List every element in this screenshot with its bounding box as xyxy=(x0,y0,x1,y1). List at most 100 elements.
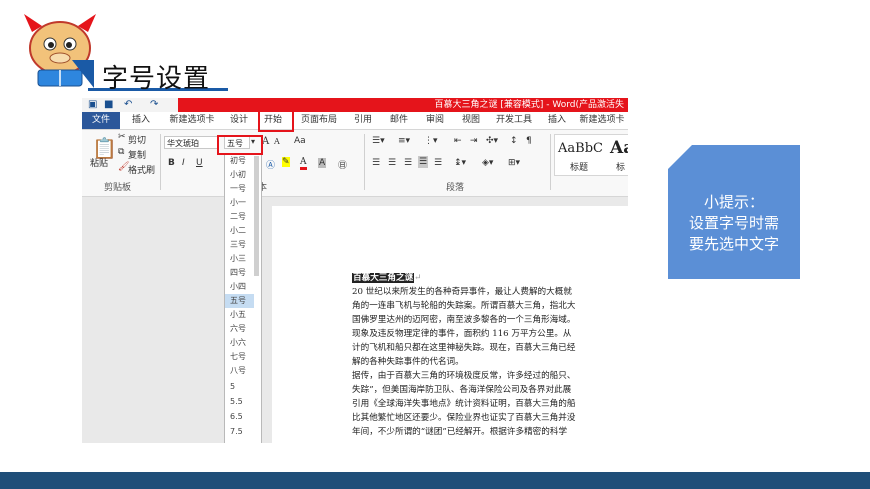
font-size-option[interactable]: 二号 xyxy=(225,210,254,224)
multilevel-list-icon[interactable]: ⋮▾ xyxy=(424,136,438,146)
document-line: 角的一连串飞机与轮船的失踪案。所谓百慕大三角，指北大 xyxy=(352,301,576,311)
sort-icon[interactable]: ↕ xyxy=(510,136,518,146)
font-size-option[interactable]: 一号 xyxy=(225,182,254,196)
tab-design[interactable]: 设计 xyxy=(222,112,256,129)
copy-button[interactable]: 复制 xyxy=(128,148,146,161)
font-size-dropdown[interactable]: 初号 小初 一号 小一 二号 小二 三号 小三 四号 小四 五号 小五 六号 小… xyxy=(224,153,262,443)
document-line: 解的各种失踪事件的代名词。 xyxy=(352,357,464,367)
document-heading-text: 百慕大三角之谜 xyxy=(352,273,415,283)
justify-icon[interactable]: ☰ xyxy=(418,156,429,168)
font-size-option[interactable]: 七号 xyxy=(225,350,254,364)
font-size-option-selected[interactable]: 五号 xyxy=(225,294,254,308)
tab-view[interactable]: 视图 xyxy=(456,112,486,129)
distributed-icon[interactable]: ☰ xyxy=(434,158,442,168)
cut-button[interactable]: 剪切 xyxy=(128,133,146,146)
style-preview-heading[interactable]: Aa xyxy=(610,138,628,158)
align-right-icon[interactable]: ☰ xyxy=(404,158,412,168)
font-size-option[interactable]: 小六 xyxy=(225,336,254,350)
document-line: 比其他繁忙地区还要少。保险业界也证实了百慕大三角并没 xyxy=(352,413,576,423)
text-effects-icon[interactable]: Ⓐ xyxy=(266,158,275,171)
shrink-font-button[interactable]: A xyxy=(274,137,280,146)
home-tab-highlight xyxy=(258,110,294,132)
document-line: 计的飞机和船只都在这里神秘失踪。现在，百慕大三角已经 xyxy=(352,343,576,353)
shading-icon[interactable]: ◈▾ xyxy=(482,158,493,168)
tip-line: 小提示： xyxy=(703,193,764,211)
tab-review[interactable]: 审阅 xyxy=(420,112,450,129)
tab-layout[interactable]: 页面布局 xyxy=(296,112,342,129)
copy-icon[interactable]: ⧉ xyxy=(118,147,124,157)
show-marks-icon[interactable]: ¶ xyxy=(526,136,532,146)
underline-button[interactable]: U xyxy=(196,158,203,168)
font-size-option[interactable]: 六号 xyxy=(225,322,254,336)
style-name-heading: 标 xyxy=(616,163,626,173)
group-divider xyxy=(550,134,551,190)
ribbon-home: 📋 粘贴 ✂ 剪切 ⧉ 复制 🖌 格式刷 剪贴板 华文琥珀 五号 ▾ A A A… xyxy=(82,130,628,197)
tab-insert[interactable]: 插入 xyxy=(126,112,156,129)
font-name-combo[interactable]: 华文琥珀 xyxy=(164,136,218,149)
font-size-option[interactable]: 小初 xyxy=(225,168,254,182)
highlight-icon[interactable]: ✎ xyxy=(282,157,290,167)
decrease-indent-icon[interactable]: ⇤ xyxy=(454,136,462,146)
document-heading[interactable]: 百慕大三角之谜↵ xyxy=(352,271,421,283)
font-size-option[interactable]: 四号 xyxy=(225,266,254,280)
style-name-title: 标题 xyxy=(570,163,589,173)
numbering-icon[interactable]: ≡▾ xyxy=(398,136,410,146)
align-left-icon[interactable]: ☰ xyxy=(372,158,380,168)
font-size-option[interactable]: 7.5 xyxy=(225,425,254,439)
word-window: ▣ ■ ↶ ↷ 百慕大三角之谜 [兼容模式] - Word(产品激活失 文件 插… xyxy=(82,98,628,443)
save-icon[interactable]: ▣ xyxy=(88,99,97,110)
font-size-option[interactable]: 6.5 xyxy=(225,410,254,424)
tip-line: 要先选中文字 xyxy=(688,235,779,253)
char-shading-icon[interactable]: A xyxy=(318,158,327,168)
font-size-option[interactable]: 八号 xyxy=(225,364,254,378)
grow-font-button[interactable]: A xyxy=(262,136,269,147)
font-size-option[interactable]: 三号 xyxy=(225,238,254,252)
format-painter-button[interactable]: 格式刷 xyxy=(128,163,155,176)
font-size-option[interactable]: 初号 xyxy=(225,154,254,168)
redo-icon[interactable]: ↷ xyxy=(150,99,158,110)
font-size-option[interactable]: 小四 xyxy=(225,280,254,294)
tab-insert-2[interactable]: 插入 xyxy=(542,112,572,129)
clipboard-group-label: 剪贴板 xyxy=(104,183,132,193)
chinese-layout-icon[interactable]: ✣▾ xyxy=(486,136,498,146)
font-size-option[interactable]: 小三 xyxy=(225,252,254,266)
slide-title: 字号设置 xyxy=(102,64,211,94)
tab-mailings[interactable]: 邮件 xyxy=(384,112,414,129)
document-line: 国佛罗里达州的迈阿密，南至波多黎各的一个三角形海域。 xyxy=(352,315,576,325)
font-color-button[interactable]: A xyxy=(300,157,307,170)
footer-bar xyxy=(0,472,870,489)
tab-references[interactable]: 引用 xyxy=(348,112,378,129)
font-size-option[interactable]: 小二 xyxy=(225,224,254,238)
paste-button[interactable]: 粘贴 xyxy=(90,156,108,169)
tab-developer[interactable]: 开发工具 xyxy=(492,112,536,129)
tab-new-tab[interactable]: 新建选项卡 xyxy=(162,112,222,129)
style-preview-title[interactable]: AaBbC xyxy=(558,141,603,156)
change-case-button[interactable]: Aa xyxy=(294,136,306,146)
align-center-icon[interactable]: ☰ xyxy=(388,158,396,168)
font-size-option[interactable]: 小一 xyxy=(225,196,254,210)
tip-line: 设置字号时需 xyxy=(688,214,779,232)
font-size-option[interactable]: 5.5 xyxy=(225,395,254,409)
tab-file[interactable]: 文件 xyxy=(82,112,120,129)
group-divider xyxy=(160,134,161,190)
enclose-char-icon[interactable]: ㊐ xyxy=(338,158,347,171)
borders-icon[interactable]: ⊞▾ xyxy=(508,158,520,168)
bold-button[interactable]: B xyxy=(168,158,175,168)
document-line: 据传，由于百慕大三角的环境极度反常，许多经过的船只、 xyxy=(352,371,576,381)
tip-text: 小提示： 设置字号时需 要先选中文字 xyxy=(668,192,800,255)
dropdown-scrollbar[interactable] xyxy=(254,156,259,276)
line-spacing-icon[interactable]: ↨▾ xyxy=(454,158,466,168)
document-line: 年间，不少所谓的“谜团”已经解开。根据许多精密的科学 xyxy=(352,427,568,437)
italic-button[interactable]: I xyxy=(182,158,185,168)
ribbon-tabs: 文件 插入 新建选项卡 设计 开始 页面布局 引用 邮件 审阅 视图 开发工具 … xyxy=(82,112,628,130)
document-line: 引用《全球海洋失事地点》统计资料证明，百慕大三角的船 xyxy=(352,399,576,409)
tab-new-tab-2[interactable]: 新建选项卡 xyxy=(576,112,628,129)
disk-icon[interactable]: ■ xyxy=(104,99,113,110)
font-size-option[interactable]: 5 xyxy=(225,380,254,394)
font-size-option[interactable]: 小五 xyxy=(225,308,254,322)
bullets-icon[interactable]: ☰▾ xyxy=(372,136,385,146)
window-title: 百慕大三角之谜 [兼容模式] - Word(产品激活失 xyxy=(178,98,628,112)
undo-icon[interactable]: ↶ xyxy=(124,99,132,110)
cut-icon[interactable]: ✂ xyxy=(118,132,126,142)
increase-indent-icon[interactable]: ⇥ xyxy=(470,136,478,146)
